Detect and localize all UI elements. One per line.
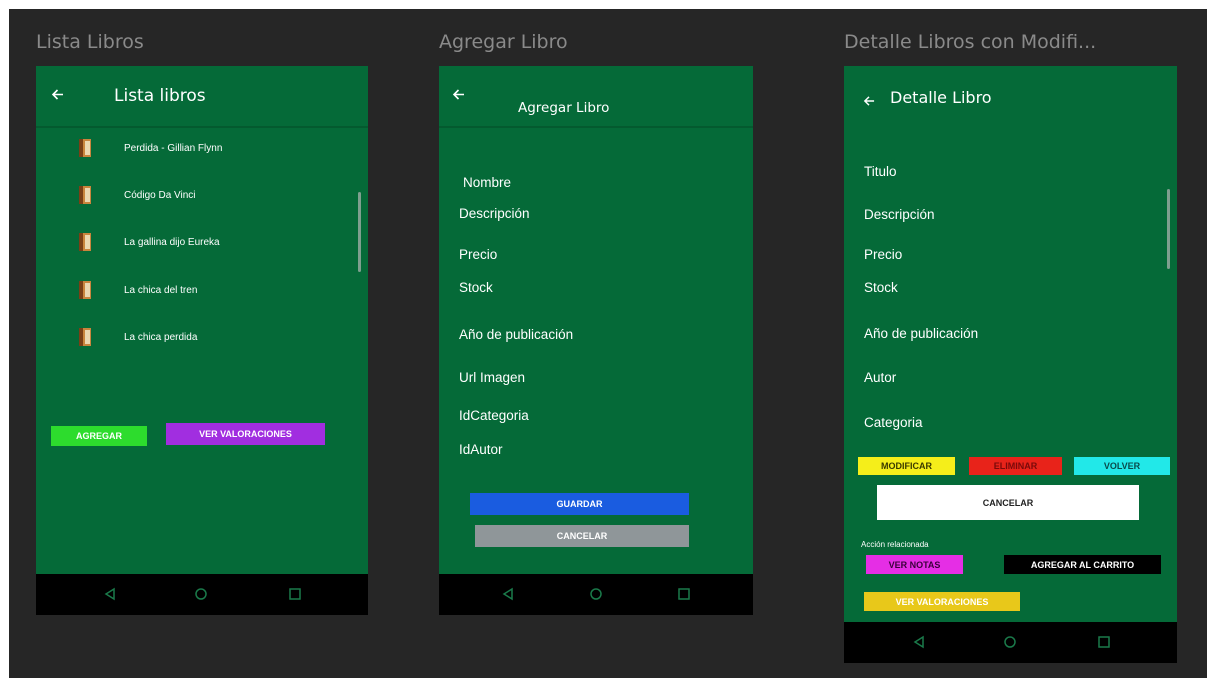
list-item[interactable]: Código Da Vinci [36,181,368,211]
triangle-back-icon[interactable] [912,635,926,649]
field-descripcion: Descripción [864,207,935,222]
field-precio[interactable]: Precio [459,247,497,262]
triangle-back-icon[interactable] [501,587,515,601]
circle-home-icon[interactable] [194,587,208,601]
triangle-back-icon[interactable] [103,587,117,601]
list-item[interactable]: La chica perdida [36,323,368,353]
app-bar-title: Agregar Libro [518,100,610,116]
app-bar-title: Detalle Libro [890,88,992,107]
app-bar: Detalle Libro [844,66,1177,126]
arrow-left-icon[interactable] [863,95,875,107]
square-recent-icon[interactable] [288,587,302,601]
list-item[interactable]: La chica del tren [36,276,368,306]
phone-detalle-libro: Detalle Libro Titulo Descripción Precio … [844,66,1177,663]
book-icon [78,232,92,252]
list-item-label: La chica perdida [124,332,198,343]
list-item[interactable]: Perdida - Gillian Flynn [36,134,368,164]
field-anio-publicacion[interactable]: Año de publicación [459,327,573,342]
field-nombre[interactable]: Nombre [463,175,511,190]
app-bar-title: Lista libros [114,86,206,106]
field-categoria: Categoria [864,415,923,430]
design-canvas: Lista Libros Lista libros Perdida - Gill… [9,9,1207,678]
arrow-left-icon[interactable] [452,88,465,101]
book-icon [78,280,92,300]
scrollbar[interactable] [358,192,361,272]
app-bar: Lista libros [36,66,368,128]
square-recent-icon[interactable] [677,587,691,601]
list-item-label: Código Da Vinci [124,190,196,201]
cancelar-button[interactable]: CANCELAR [877,485,1139,520]
field-anio-publicacion: Año de publicación [864,326,979,341]
system-nav-bar [844,622,1177,663]
cancelar-button[interactable]: CANCELAR [475,525,689,547]
book-icon [78,138,92,158]
ver-notas-button[interactable]: VER NOTAS [866,555,963,574]
circle-home-icon[interactable] [1003,635,1017,649]
field-stock: Stock [864,280,898,295]
arrow-left-icon[interactable] [51,88,64,101]
guardar-button[interactable]: GUARDAR [470,493,689,515]
agregar-button[interactable]: AGREGAR [51,426,147,446]
field-descripcion[interactable]: Descripción [459,206,530,221]
accion-relacionada-label: Acción relacionada [861,540,929,549]
field-titulo: Titulo [864,164,897,179]
field-id-autor[interactable]: IdAutor [459,442,503,457]
frame-title-agregar-libro: Agregar Libro [439,31,568,53]
phone-lista-libros: Lista libros Perdida - Gillian Flynn Cód… [36,66,368,615]
frame-title-detalle-libros: Detalle Libros con Modifi... [844,31,1097,53]
square-recent-icon[interactable] [1097,635,1111,649]
list-item-label: La chica del tren [124,285,198,296]
frame-title-lista-libros: Lista Libros [36,31,144,53]
eliminar-button[interactable]: ELIMINAR [969,457,1062,475]
system-nav-bar [36,574,368,615]
scrollbar[interactable] [1167,189,1170,269]
field-id-categoria[interactable]: IdCategoria [459,408,529,423]
phone-agregar-libro: Agregar Libro Nombre Descripción Precio … [439,66,753,615]
list-item[interactable]: La gallina dijo Eureka [36,228,368,258]
book-icon [78,327,92,347]
list-item-label: La gallina dijo Eureka [124,237,220,248]
agregar-al-carrito-button[interactable]: AGREGAR AL CARRITO [1004,555,1161,574]
ver-valoraciones-button[interactable]: VER VALORACIONES [166,423,325,445]
circle-home-icon[interactable] [589,587,603,601]
modificar-button[interactable]: MODIFICAR [858,457,955,475]
app-bar: Agregar Libro [439,66,753,128]
field-precio: Precio [864,247,903,262]
list-item-label: Perdida - Gillian Flynn [124,143,223,154]
field-url-imagen[interactable]: Url Imagen [459,370,525,385]
system-nav-bar [439,574,753,615]
volver-button[interactable]: VOLVER [1074,457,1170,475]
field-autor: Autor [864,370,897,385]
ver-valoraciones-button[interactable]: VER VALORACIONES [864,592,1020,611]
field-stock[interactable]: Stock [459,280,493,295]
book-icon [78,185,92,205]
